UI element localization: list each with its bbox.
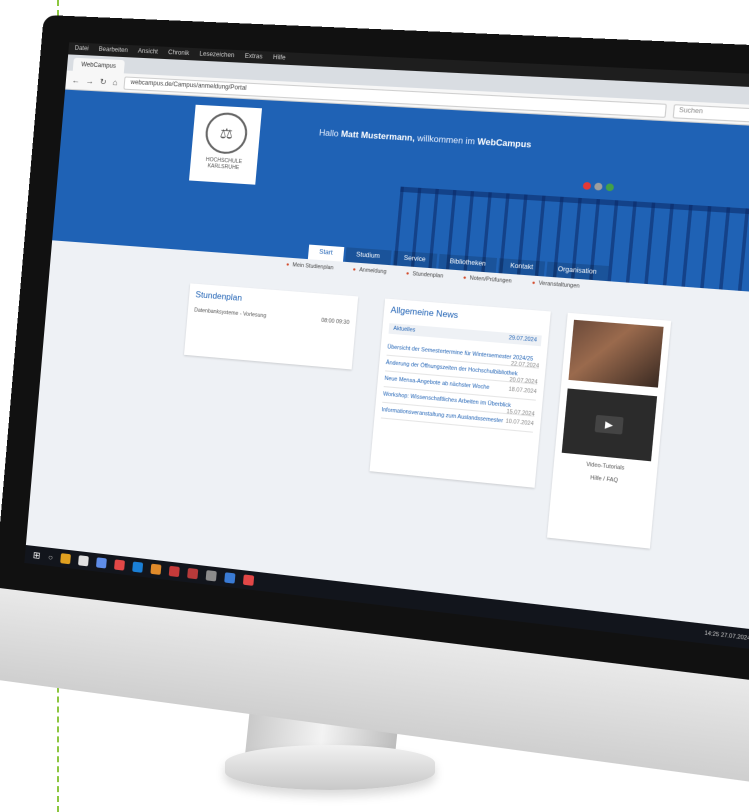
taskbar-app-icon[interactable] — [188, 568, 199, 579]
bullet-icon: ● — [532, 280, 536, 287]
status-icons — [583, 182, 615, 191]
logo-text: HOCHSCHULE KARLSRUHE — [190, 156, 257, 172]
news-date: 18.07.2024 — [508, 387, 537, 396]
news-title: Allgemeine News — [390, 305, 543, 327]
monitor-stand-base — [225, 745, 435, 790]
status-green-icon[interactable] — [605, 183, 614, 191]
taskbar-app-icon[interactable] — [206, 570, 217, 581]
back-icon[interactable]: ← — [72, 75, 81, 84]
quicklink-label: Anmeldung — [359, 267, 387, 275]
taskbar-app-icon[interactable] — [243, 574, 254, 585]
course-time: 08:00 09:30 — [321, 318, 350, 327]
menu-help[interactable]: Hilfe — [273, 55, 286, 62]
course-row[interactable]: Datenbanksysteme - Vorlesung 08:00 09:30 — [194, 307, 350, 326]
status-gray-icon[interactable] — [594, 183, 603, 191]
user-name: Matt Mustermann, — [341, 129, 416, 143]
taskbar-clock: 14:25 27.07.2024 — [704, 630, 749, 642]
help-link[interactable]: Hilfe / FAQ — [559, 472, 649, 487]
taskbar-app-icon[interactable] — [151, 564, 162, 575]
menu-view[interactable]: Ansicht — [138, 49, 159, 56]
screen: Datei Bearbeiten Ansicht Chronik Lesezei… — [24, 42, 749, 650]
video-thumbnail[interactable] — [568, 320, 663, 388]
forward-icon[interactable]: → — [86, 76, 95, 85]
windows-start-icon[interactable]: ⊞ — [32, 549, 40, 561]
taskbar-app-icon[interactable] — [114, 559, 125, 570]
courses-card: Stundenplan Datenbanksysteme - Vorlesung… — [184, 283, 358, 369]
monitor: Datei Bearbeiten Ansicht Chronik Lesezei… — [0, 15, 749, 790]
menu-tools[interactable]: Extras — [244, 54, 262, 61]
bullet-icon: ● — [463, 275, 467, 282]
greeting-mid: willkommen im — [417, 134, 475, 147]
quicklink-label: Noten/Prüfungen — [469, 275, 512, 285]
taskbar-app-icon[interactable] — [78, 555, 89, 566]
quicklink-label: Veranstaltungen — [538, 280, 579, 289]
news-card: Allgemeine News Aktuelles 29.07.2024 Übe… — [370, 299, 551, 488]
reload-icon[interactable]: ↻ — [99, 77, 107, 86]
greeting-prefix: Hallo — [319, 128, 339, 138]
taskbar-app-icon[interactable] — [61, 553, 72, 564]
menu-bookmarks[interactable]: Lesezeichen — [199, 51, 234, 59]
news-date: 10.07.2024 — [505, 418, 534, 427]
bullet-icon: ● — [286, 262, 290, 268]
news-subheader-label: Aktuelles — [393, 326, 416, 334]
nav-tab-kontakt[interactable]: Kontakt — [498, 258, 545, 276]
news-subheader-date: 29.07.2024 — [508, 335, 537, 344]
course-name: Datenbanksysteme - Vorlesung — [194, 307, 267, 319]
menu-file[interactable]: Datei — [74, 46, 88, 53]
home-icon[interactable]: ⌂ — [112, 77, 118, 86]
site-name: WebCampus — [477, 137, 532, 150]
bullet-icon: ● — [406, 271, 410, 278]
nav-tab-start[interactable]: Start — [308, 245, 344, 262]
menu-edit[interactable]: Bearbeiten — [98, 47, 128, 54]
taskbar-app-icon[interactable] — [169, 566, 180, 577]
quicklink-label: Mein Studienplan — [292, 262, 334, 271]
search-input[interactable]: Suchen — [672, 104, 749, 124]
seal-icon: ⚖ — [204, 112, 249, 156]
play-icon[interactable]: ▶ — [595, 415, 624, 435]
bullet-icon: ● — [352, 267, 356, 274]
tutorial-thumbnail[interactable]: ▶ — [562, 388, 657, 461]
status-red-icon[interactable] — [583, 182, 592, 190]
menu-history[interactable]: Chronik — [168, 50, 190, 57]
nav-tab-service[interactable]: Service — [392, 251, 437, 269]
browser-tab[interactable]: WebCampus — [73, 58, 125, 74]
taskbar-app-icon[interactable] — [225, 572, 236, 583]
media-sidebar: ▶ Video-Tutorials Hilfe / FAQ — [547, 313, 671, 549]
taskbar-app-icon[interactable] — [133, 562, 144, 573]
university-logo[interactable]: ⚖ HOCHSCHULE KARLSRUHE — [189, 105, 262, 185]
greeting: Hallo Matt Mustermann, willkommen im Web… — [319, 128, 532, 149]
video-tutorials-link[interactable]: Video-Tutorials — [561, 459, 651, 474]
taskbar-app-icon[interactable] — [96, 557, 107, 568]
quicklink-label: Stundenplan — [412, 271, 443, 280]
search-icon[interactable]: ○ — [48, 552, 54, 562]
